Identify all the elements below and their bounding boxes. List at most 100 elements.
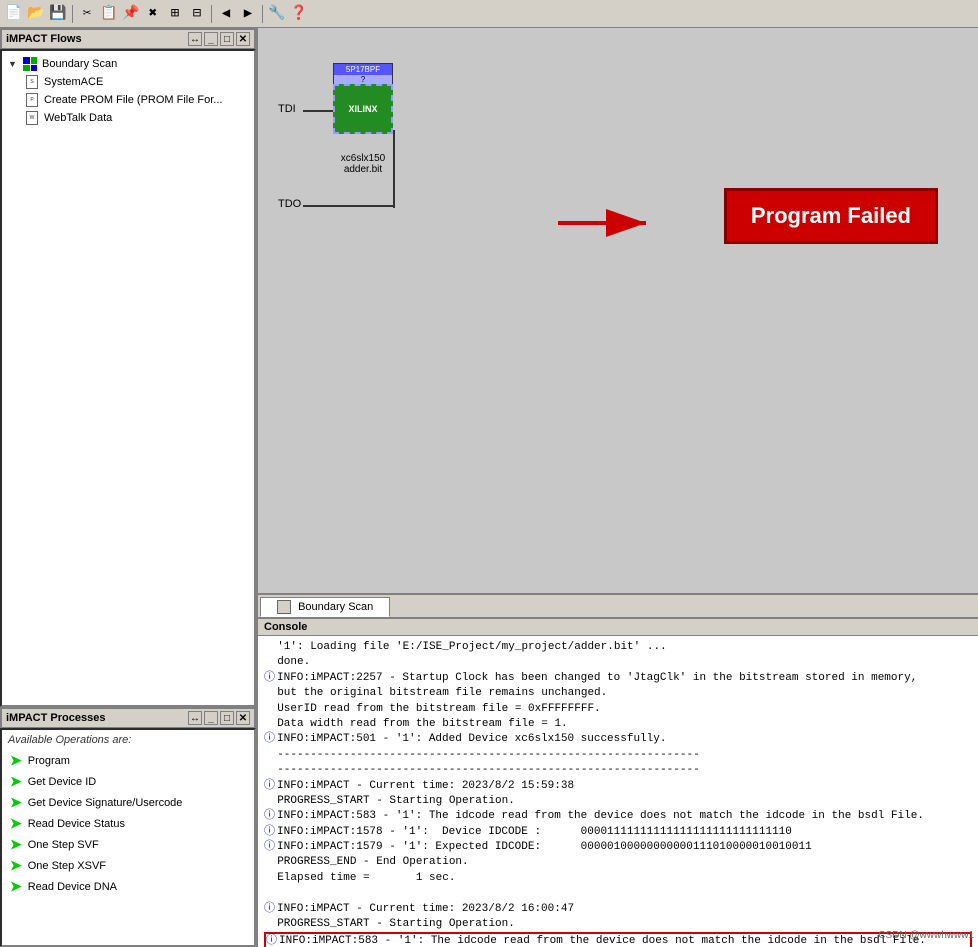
console-header: Console <box>258 619 978 636</box>
process-label-get-device-id: Get Device ID <box>28 776 96 788</box>
flows-title: iMPACT Flows <box>6 33 82 45</box>
console-line-10: PROGRESS_START - Starting Operation. <box>264 795 515 807</box>
program-failed-text: Program Failed <box>751 203 911 228</box>
tab-bar: Boundary Scan <box>258 593 978 617</box>
processes-title: iMPACT Processes <box>6 712 105 724</box>
console-line-8: ----------------------------------------… <box>264 764 700 776</box>
sep2 <box>211 5 212 23</box>
process-get-device-id[interactable]: ➤ Get Device ID <box>8 771 248 792</box>
chip-header: 5P17BPF <box>333 63 393 75</box>
right-jtag-line <box>393 130 395 208</box>
cut-icon[interactable]: ✂ <box>77 4 97 24</box>
left-panel: iMPACT Flows ↔ _ □ ✕ ▼ <box>0 28 258 947</box>
process-signature[interactable]: ➤ Get Device Signature/Usercode <box>8 792 248 813</box>
tdi-line <box>303 110 333 112</box>
toolbar: 📄 📂 💾 ✂ 📋 📌 ✖ ⊞ ⊟ ◀ ▶ 🔧 ❓ <box>0 0 978 28</box>
chip-body: XILINX <box>333 84 393 134</box>
chip-name-label: xc6slx150 adder.bit <box>333 153 393 175</box>
tdo-label: TDO <box>278 198 301 210</box>
process-read-device-dna[interactable]: ➤ Read Device DNA <box>8 876 248 897</box>
flows-min-icon[interactable]: _ <box>204 32 218 46</box>
proc-min-icon[interactable]: _ <box>204 711 218 725</box>
console-line-1: done. <box>264 656 310 668</box>
flow-item-boundary-scan[interactable]: ▼ Boundary Scan <box>4 55 252 73</box>
expand-icon: ▼ <box>8 59 18 69</box>
process-label-program: Program <box>28 755 70 767</box>
flows-max-icon[interactable]: □ <box>220 32 234 46</box>
flows-header-icons: ↔ _ □ ✕ <box>188 32 250 46</box>
process-one-step-xsvf[interactable]: ➤ One Step XSVF <box>8 855 248 876</box>
process-one-step-svf[interactable]: ➤ One Step SVF <box>8 834 248 855</box>
console-line-4: UserID read from the bitstream file = 0x… <box>264 703 601 715</box>
arrow-svf: ➤ <box>10 836 22 853</box>
webtalk-icon: W <box>24 110 40 126</box>
save-icon[interactable]: 💾 <box>48 4 68 24</box>
flow-label-prom: Create PROM File (PROM File For... <box>44 94 222 106</box>
proc-max-icon[interactable]: □ <box>220 711 234 725</box>
copy-icon[interactable]: 📋 <box>99 4 119 24</box>
console-line-17: ⓘINFO:iMPACT - Current time: 2023/8/2 16… <box>264 903 574 915</box>
proc-pin-icon[interactable]: ↔ <box>188 711 202 725</box>
canvas-area: TDI 5P17BPF ? XILINX xc6slx150 adder.bit <box>258 28 978 593</box>
process-label-dna: Read Device DNA <box>28 881 117 893</box>
console-line-11: ⓘINFO:iMPACT:583 - '1': The idcode read … <box>264 810 924 822</box>
console-line-7: ----------------------------------------… <box>264 749 700 761</box>
nav-right-icon[interactable]: ▶ <box>238 4 258 24</box>
process-label-xsvf: One Step XSVF <box>28 860 106 872</box>
delete-icon[interactable]: ✖ <box>143 4 163 24</box>
chip-header-text: 5P17BPF <box>346 65 380 74</box>
center-panel: TDI 5P17BPF ? XILINX xc6slx150 adder.bit <box>258 28 978 947</box>
console-line-3: but the original bitstream file remains … <box>264 687 607 699</box>
chip-container[interactable]: 5P17BPF ? XILINX <box>333 63 393 134</box>
arrow-program: ➤ <box>10 752 22 769</box>
folder-icon[interactable]: 📂 <box>26 4 46 24</box>
chip-file: adder.bit <box>333 164 393 175</box>
console-line-9: ⓘINFO:iMPACT - Current time: 2023/8/2 15… <box>264 780 574 792</box>
grid-icon[interactable]: ⊞ <box>165 4 185 24</box>
processes-subtitle: Available Operations are: <box>8 734 248 746</box>
tab-label: Boundary Scan <box>298 601 373 613</box>
console-section: Console '1': Loading file 'E:/ISE_Projec… <box>258 617 978 947</box>
arrow-get-device-id: ➤ <box>10 773 22 790</box>
watermark: CSDN @wwwhwww1 <box>878 929 974 943</box>
grid2-icon[interactable]: ⊟ <box>187 4 207 24</box>
new-icon[interactable]: 📄 <box>4 4 24 24</box>
wrench-icon[interactable]: 🔧 <box>267 4 287 24</box>
processes-list: Available Operations are: ➤ Program ➤ Ge… <box>0 728 256 947</box>
arrow-dna: ➤ <box>10 878 22 895</box>
nav-left-icon[interactable]: ◀ <box>216 4 236 24</box>
flow-label-webtalk: WebTalk Data <box>44 112 112 124</box>
flows-panel-header: iMPACT Flows ↔ _ □ ✕ <box>0 28 256 49</box>
process-label-signature: Get Device Signature/Usercode <box>28 797 183 809</box>
flow-item-webtalk[interactable]: W WebTalk Data <box>4 109 252 127</box>
console-line-0: '1': Loading file 'E:/ISE_Project/my_pro… <box>264 641 667 653</box>
console-line-16 <box>264 887 271 899</box>
bottom-jtag-line <box>303 205 395 207</box>
flows-close-icon[interactable]: ✕ <box>236 32 250 46</box>
processes-section: iMPACT Processes ↔ _ □ ✕ Available Opera… <box>0 707 256 947</box>
proc-close-icon[interactable]: ✕ <box>236 711 250 725</box>
paste-icon[interactable]: 📌 <box>121 4 141 24</box>
console-content[interactable]: '1': Loading file 'E:/ISE_Project/my_pro… <box>258 636 978 947</box>
flow-label-systemace: SystemACE <box>44 76 103 88</box>
console-line-19-highlighted: ⓘINFO:iMPACT:583 - '1': The idcode read … <box>264 932 972 947</box>
arrow-to-failed <box>558 208 658 242</box>
flows-pin-icon[interactable]: ↔ <box>188 32 202 46</box>
flows-list: ▼ Boundary Scan S SystemACE <box>0 49 256 707</box>
flow-item-systemace[interactable]: S SystemACE <box>4 73 252 91</box>
arrow-xsvf: ➤ <box>10 857 22 874</box>
help-icon[interactable]: ❓ <box>289 4 309 24</box>
processes-header-icons: ↔ _ □ ✕ <box>188 711 250 725</box>
console-line-5: Data width read from the bitstream file … <box>264 718 568 730</box>
console-line-13: ⓘINFO:iMPACT:1579 - '1': Expected IDCODE… <box>264 841 812 853</box>
boundary-scan-flow-icon <box>22 56 38 72</box>
console-line-14: PROGRESS_END - End Operation. <box>264 856 469 868</box>
console-line-12: ⓘINFO:iMPACT:1578 - '1': Device IDCODE :… <box>264 826 792 838</box>
tab-boundary-scan[interactable]: Boundary Scan <box>260 597 390 617</box>
chip-name: xc6slx150 <box>333 153 393 164</box>
program-failed-banner: Program Failed <box>724 188 938 244</box>
process-read-device-status[interactable]: ➤ Read Device Status <box>8 813 248 834</box>
process-program[interactable]: ➤ Program <box>8 750 248 771</box>
flow-item-prom[interactable]: P Create PROM File (PROM File For... <box>4 91 252 109</box>
sep1 <box>72 5 73 23</box>
